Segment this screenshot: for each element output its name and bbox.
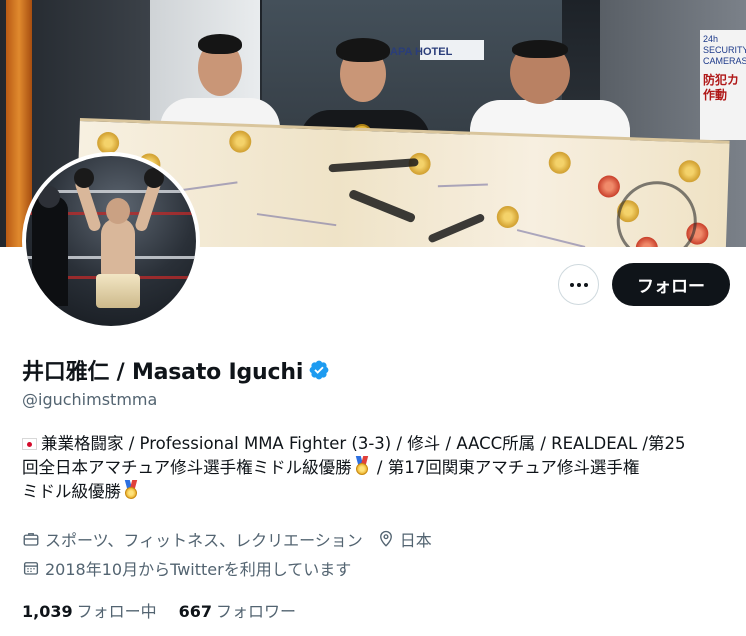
followers-label: フォロワー [216, 602, 297, 621]
profile-stats: 1,039 フォロー中 667 フォロワー [22, 598, 318, 622]
profile-meta-row: スポーツ、フィットネス、レクリエーション 日本 [22, 527, 432, 551]
verified-badge-icon[interactable] [308, 359, 330, 381]
briefcase-icon [23, 533, 39, 546]
more-dots-icon [569, 282, 574, 287]
following-count: 1,039 [22, 602, 73, 621]
profile-bio: 兼業格闘家 / Professional MMA Fighter (3-3) /… [22, 432, 734, 504]
bio-line-1: 兼業格闘家 / Professional MMA Fighter (3-3) /… [22, 432, 734, 456]
avatar-referee [32, 196, 68, 306]
avatar-fighter-shorts [96, 274, 140, 308]
profile-joined-date: 2018年10月からTwitterを利用しています [45, 560, 352, 579]
banner-hotel-sign: APA HOTEL [390, 46, 453, 58]
profile-joined-row: 2018年10月からTwitterを利用しています [22, 556, 351, 580]
profile-handle: @iguchimstmma [22, 390, 158, 409]
camera-sign-japanese: 防犯カ 作動 [703, 73, 740, 102]
display-name: 井口雅仁 / Masato Iguchi [22, 360, 304, 385]
banner-camera-sign: 24h SECURITY CAMERAS 防犯カ 作動 [700, 30, 746, 140]
following-label: フォロー中 [76, 602, 157, 621]
bio-line-3: ミドル級優勝 [22, 480, 734, 504]
followers-count: 667 [178, 602, 213, 621]
more-options-button[interactable] [558, 264, 599, 305]
gold-medal-icon [123, 480, 139, 500]
profile-category: スポーツ、フィットネス、レクリエーション [45, 531, 363, 550]
gold-medal-icon [354, 456, 370, 476]
profile-name-row: 井口雅仁 / Masato Iguchi [22, 354, 330, 386]
japan-flag-icon [22, 438, 37, 450]
location-pin-icon [379, 530, 392, 547]
profile-avatar[interactable] [22, 152, 200, 330]
profile-location: 日本 [399, 531, 432, 550]
followers-link[interactable]: 667 フォロワー [179, 598, 296, 622]
bio-line-2: 回全日本アマチュア修斗選手権ミドル級優勝 / 第17回関東アマチュア修斗選手権 [22, 456, 640, 477]
follow-button[interactable]: フォロー [612, 263, 730, 306]
avatar-fighter [101, 218, 135, 280]
calendar-icon [23, 562, 39, 575]
following-link[interactable]: 1,039 フォロー中 [22, 598, 157, 622]
camera-sign-english: 24h SECURITY CAMERAS [703, 34, 746, 66]
